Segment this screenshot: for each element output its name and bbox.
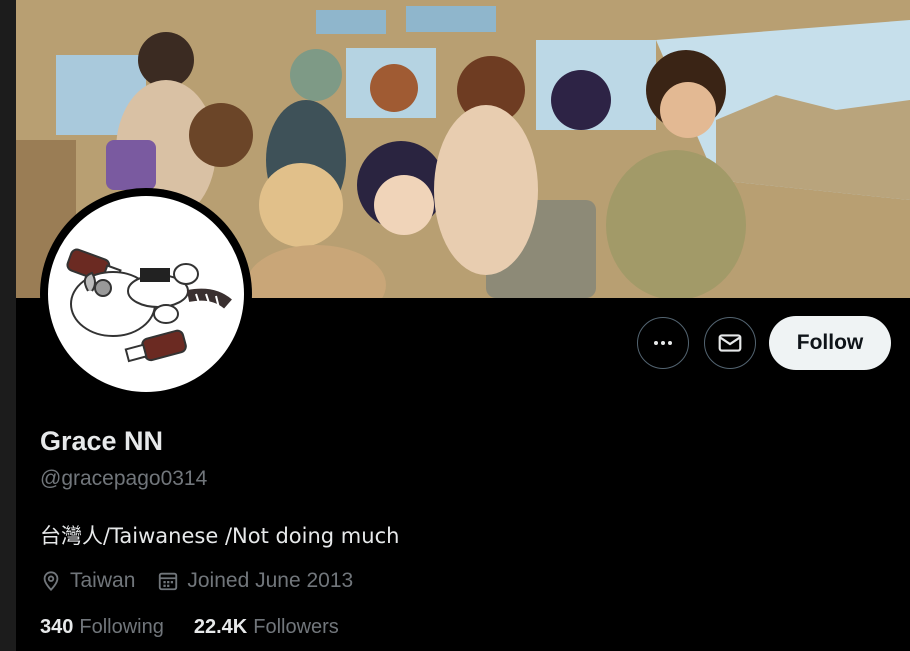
envelope-icon [718,334,742,352]
location-text: Taiwan [70,569,136,592]
profile-avatar[interactable] [40,188,252,400]
following-label: Following [79,616,164,638]
more-icon [654,341,672,345]
window-left-edge [0,0,16,651]
followers-label: Followers [253,616,339,638]
message-button[interactable] [704,317,756,369]
avatar-illustration [66,248,232,363]
following-link[interactable]: 340 Following [40,616,164,639]
more-options-button[interactable] [637,317,689,369]
location-item: Taiwan [40,569,135,593]
calendar-icon [159,572,178,591]
joined-text: Joined June 2013 [187,569,354,592]
follow-button[interactable]: Follow [769,316,891,370]
followers-link[interactable]: 22.4K Followers [194,616,339,639]
joined-item: Joined June 2013 [157,569,353,593]
profile-meta: Taiwan Joined June 2013 [40,568,375,594]
user-handle: @gracepago0314 [40,467,208,490]
following-count: 340 [40,616,74,638]
location-pin-icon [43,571,59,592]
profile-bio: 台灣人/Taiwanese /Not doing much [40,524,400,548]
display-name: Grace NN [40,426,164,456]
profile-stats: 340 Following 22.4K Followers [40,616,369,639]
followers-count: 22.4K [193,616,248,638]
